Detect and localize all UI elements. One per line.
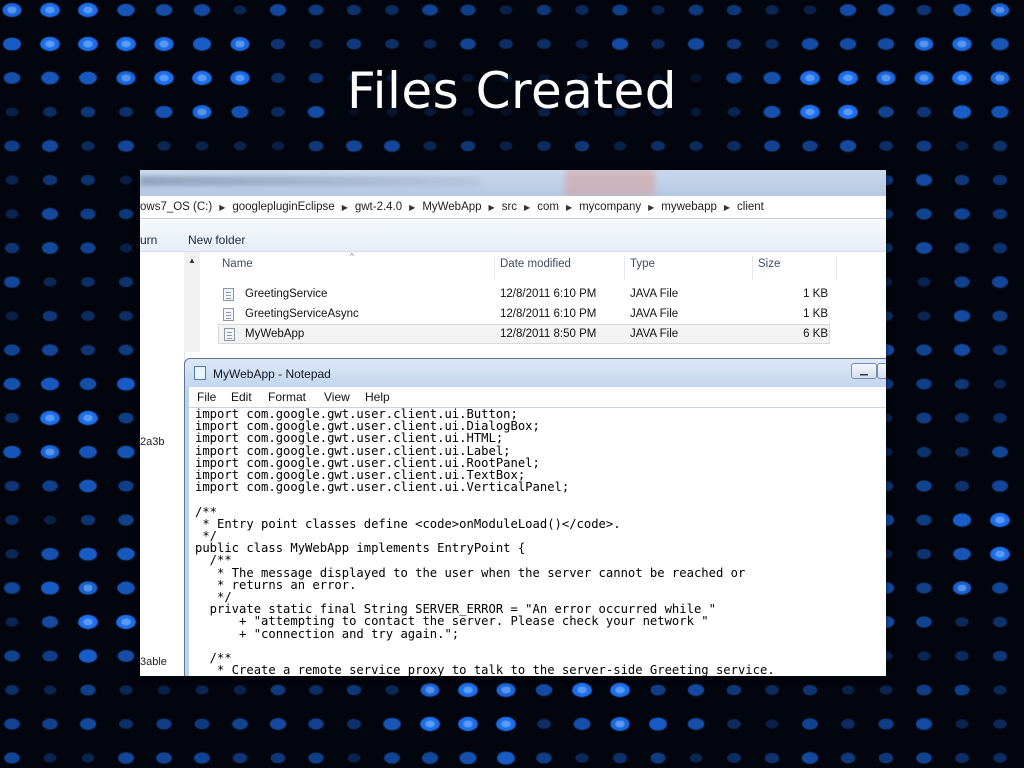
- file-row[interactable]: GreetingService 12/8/2011 6:10 PM JAVA F…: [218, 285, 830, 305]
- file-date: 12/8/2011 6:10 PM: [500, 288, 597, 300]
- navigation-pane: 2a3b 3able: [140, 252, 185, 676]
- minimize-icon[interactable]: ▁: [851, 363, 877, 379]
- column-divider[interactable]: [494, 256, 495, 280]
- menu-view[interactable]: View: [324, 390, 350, 404]
- notepad-text-area[interactable]: import com.google.gwt.user.client.ui.But…: [189, 407, 886, 676]
- address-bar[interactable]: ows7_OS (C:) ▶ googlepluginEclipse ▶ gwt-2.4…: [140, 196, 886, 219]
- notepad-titlebar[interactable]: MyWebApp - Notepad ▁ ▢: [185, 359, 886, 387]
- file-size: 1 KB: [803, 308, 828, 320]
- titlebar-glow: [565, 170, 655, 196]
- menu-help[interactable]: Help: [365, 390, 390, 404]
- chevron-right-icon[interactable]: ▶: [566, 197, 572, 219]
- java-file-icon: [223, 288, 234, 301]
- code-text: import com.google.gwt.user.client.ui.But…: [195, 407, 775, 676]
- chevron-right-icon[interactable]: ▶: [524, 197, 530, 219]
- scroll-up-icon[interactable]: ▲: [188, 256, 196, 265]
- file-name: GreetingServiceAsync: [245, 308, 359, 320]
- notepad-icon: [194, 366, 206, 380]
- chevron-right-icon[interactable]: ▶: [409, 197, 415, 219]
- menu-format[interactable]: Format: [268, 390, 306, 404]
- maximize-icon[interactable]: ▢: [877, 363, 886, 379]
- slide-title: Files Created: [347, 62, 677, 120]
- file-row[interactable]: GreetingServiceAsync 12/8/2011 6:10 PM J…: [218, 305, 830, 325]
- chevron-right-icon[interactable]: ▶: [489, 197, 495, 219]
- column-divider[interactable]: [624, 256, 625, 280]
- notepad-menubar: File Edit Format View Help: [189, 387, 886, 407]
- file-type: JAVA File: [630, 288, 679, 300]
- column-header-name[interactable]: Name: [222, 258, 253, 270]
- chevron-right-icon[interactable]: ▶: [219, 197, 225, 219]
- column-header-date[interactable]: Date modified: [500, 258, 571, 270]
- notepad-title: MyWebApp - Notepad: [213, 367, 331, 381]
- java-file-icon: [224, 328, 235, 341]
- screenshot-frame: ows7_OS (C:) ▶ googlepluginEclipse ▶ gwt-2.4…: [140, 170, 886, 676]
- breadcrumb-item[interactable]: mywebapp: [661, 196, 717, 218]
- column-header-size[interactable]: Size: [758, 258, 780, 270]
- breadcrumb-item[interactable]: googlepluginEclipse: [232, 196, 334, 218]
- breadcrumb-item[interactable]: gwt-2.4.0: [355, 196, 402, 218]
- file-list: ^ Name Date modified Type Size GreetingS…: [200, 252, 886, 352]
- nav-item-label[interactable]: 2a3b: [140, 436, 164, 448]
- file-size: 6 KB: [803, 328, 828, 340]
- breadcrumb-item[interactable]: MyWebApp: [422, 196, 481, 218]
- breadcrumb-item[interactable]: client: [737, 196, 764, 218]
- file-name: GreetingService: [245, 288, 328, 300]
- column-divider[interactable]: [836, 256, 837, 280]
- nav-scrollbar[interactable]: ▲: [184, 252, 201, 352]
- java-file-icon: [223, 308, 234, 321]
- column-header-type[interactable]: Type: [630, 258, 655, 270]
- blurred-window-title: [140, 176, 480, 186]
- nav-item-label[interactable]: 3able: [140, 656, 167, 668]
- file-date: 12/8/2011 6:10 PM: [500, 308, 597, 320]
- notepad-window: MyWebApp - Notepad ▁ ▢ File Edit Format …: [184, 358, 886, 676]
- chevron-right-icon[interactable]: ▶: [724, 197, 730, 219]
- file-date: 12/8/2011 8:50 PM: [500, 328, 597, 340]
- sort-up-icon: ^: [350, 252, 354, 261]
- file-name: MyWebApp: [245, 328, 305, 340]
- menu-edit[interactable]: Edit: [231, 390, 252, 404]
- breadcrumb-item[interactable]: ows7_OS (C:): [140, 196, 212, 218]
- file-type: JAVA File: [630, 328, 679, 340]
- breadcrumb-item[interactable]: com: [537, 196, 559, 218]
- chevron-right-icon[interactable]: ▶: [648, 197, 654, 219]
- file-row-selected[interactable]: MyWebApp 12/8/2011 8:50 PM JAVA File 6 K…: [218, 324, 830, 344]
- file-type: JAVA File: [630, 308, 679, 320]
- column-divider[interactable]: [752, 256, 753, 280]
- breadcrumb-item[interactable]: src: [502, 196, 517, 218]
- chevron-right-icon[interactable]: ▶: [342, 197, 348, 219]
- explorer-titlebar: [140, 170, 886, 196]
- breadcrumb-item[interactable]: mycompany: [579, 196, 641, 218]
- explorer-toolbar: urn New folder: [140, 219, 886, 252]
- file-size: 1 KB: [803, 288, 828, 300]
- menu-file[interactable]: File: [197, 390, 216, 404]
